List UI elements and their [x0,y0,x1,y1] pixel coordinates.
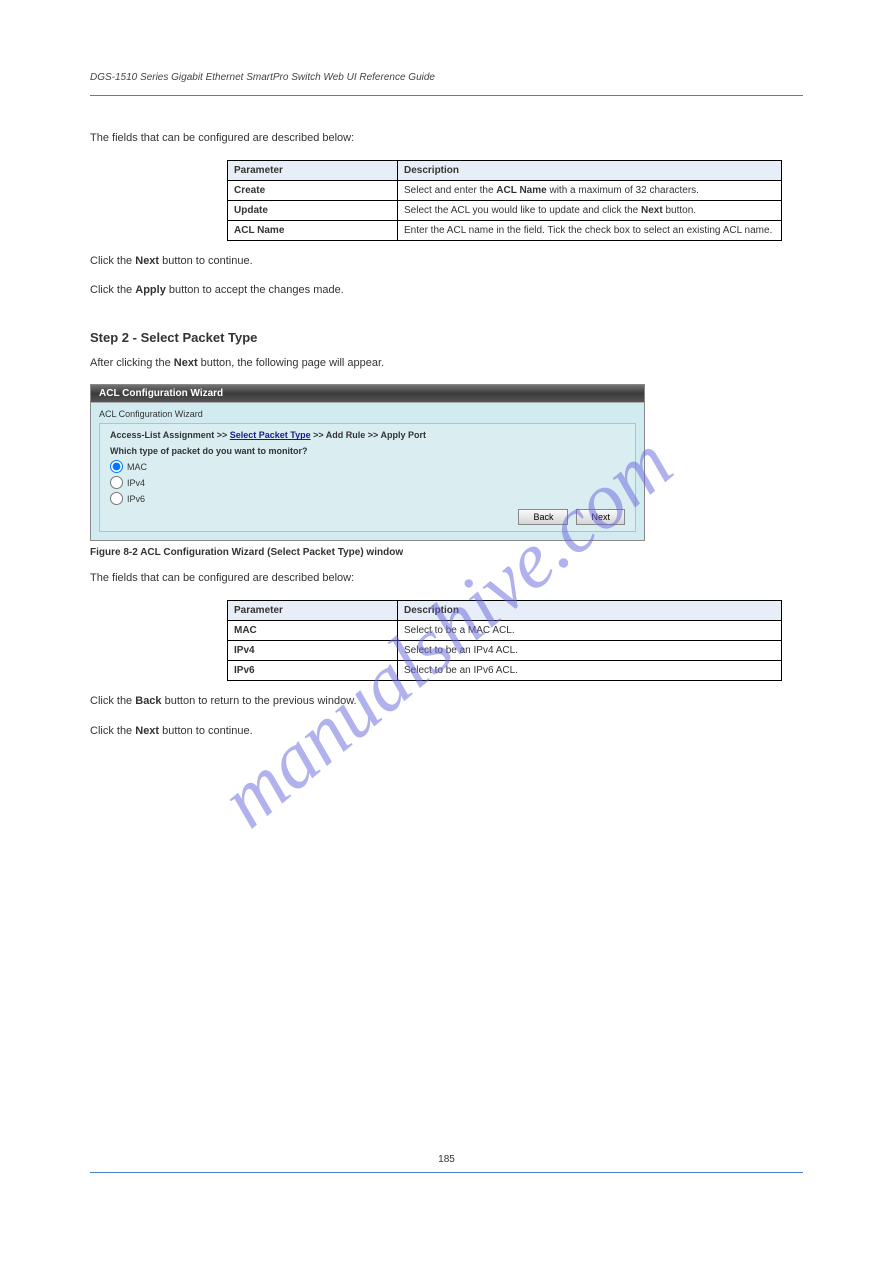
header-left: DGS-1510 Series Gigabit Ethernet SmartPr… [90,72,435,83]
radio-mac-label: MAC [127,462,147,472]
param-table-1: Parameter Description Create Select and … [227,160,782,241]
table1-row1-desc: Select the ACL you would like to update … [398,200,782,220]
table2-row1-desc: Select to be an IPv4 ACL. [398,640,782,660]
table-row: MAC Select to be a MAC ACL. [228,620,782,640]
back-button[interactable]: Back [518,509,568,525]
page-number: 185 [0,1154,893,1165]
breadcrumb-step-1[interactable]: Access-List Assignment [110,430,214,440]
param-table-2: Parameter Description MAC Select to be a… [227,600,782,681]
table2-row1-param: IPv4 [234,645,255,656]
wizard-titlebar: ACL Configuration Wizard [91,385,644,402]
table-row: Update Select the ACL you would like to … [228,200,782,220]
radio-ipv6[interactable] [110,492,123,505]
wizard-panel: ACL Configuration Wizard ACL Configurati… [90,384,645,541]
wizard-group-label: ACL Configuration Wizard [99,409,636,419]
next-button[interactable]: Next [576,509,625,525]
table1-row0-desc: Select and enter the ACL Name with a max… [398,180,782,200]
table-row: IPv4 Select to be an IPv4 ACL. [228,640,782,660]
table-row: IPv6 Select to be an IPv6 ACL. [228,660,782,680]
breadcrumb-step-4[interactable]: Apply Port [380,430,426,440]
header-rule [90,95,803,96]
table1-row2-desc: Enter the ACL name in the field. Tick th… [398,220,782,240]
post-text-1: Click the Back button to return to the p… [90,693,803,711]
figure-caption: Figure 8-2 ACL Configuration Wizard (Sel… [90,547,803,558]
table2-intro: The fields that can be configured are de… [90,570,803,588]
radio-ipv6-label: IPv6 [127,494,145,504]
radio-ipv4-label: IPv4 [127,478,145,488]
intro-text: The fields that can be configured are de… [90,130,803,148]
radio-option-ipv4[interactable]: IPv4 [110,476,625,489]
section-heading: Step 2 - Select Packet Type [90,330,803,345]
table2-header-param: Parameter [228,600,398,620]
table2-header-desc: Description [398,600,782,620]
wizard-prompt: Which type of packet do you want to moni… [110,446,625,456]
page-header: DGS-1510 Series Gigabit Ethernet SmartPr… [90,72,803,83]
mid-text-1: Click the Next button to continue. [90,253,803,271]
mid-text-2: Click the Apply button to accept the cha… [90,282,803,300]
table1-row0-param: Create [234,185,265,196]
table1-row2-param: ACL Name [234,225,284,236]
breadcrumb-step-3[interactable]: Add Rule [326,430,366,440]
table-row: Create Select and enter the ACL Name wit… [228,180,782,200]
radio-ipv4[interactable] [110,476,123,489]
table2-row2-desc: Select to be an IPv6 ACL. [398,660,782,680]
table2-row0-desc: Select to be a MAC ACL. [398,620,782,640]
table1-header-param: Parameter [228,160,398,180]
post-text-2: Click the Next button to continue. [90,723,803,741]
table2-row0-param: MAC [234,625,257,636]
breadcrumb-step-2[interactable]: Select Packet Type [230,430,311,440]
footer-rule [90,1172,803,1173]
table1-row1-param: Update [234,205,268,216]
breadcrumb: Access-List Assignment >> Select Packet … [110,430,625,440]
radio-mac[interactable] [110,460,123,473]
radio-option-mac[interactable]: MAC [110,460,625,473]
section-text: After clicking the Next button, the foll… [90,355,803,373]
table-row: ACL Name Enter the ACL name in the field… [228,220,782,240]
table1-header-desc: Description [398,160,782,180]
radio-option-ipv6[interactable]: IPv6 [110,492,625,505]
table2-row2-param: IPv6 [234,665,255,676]
